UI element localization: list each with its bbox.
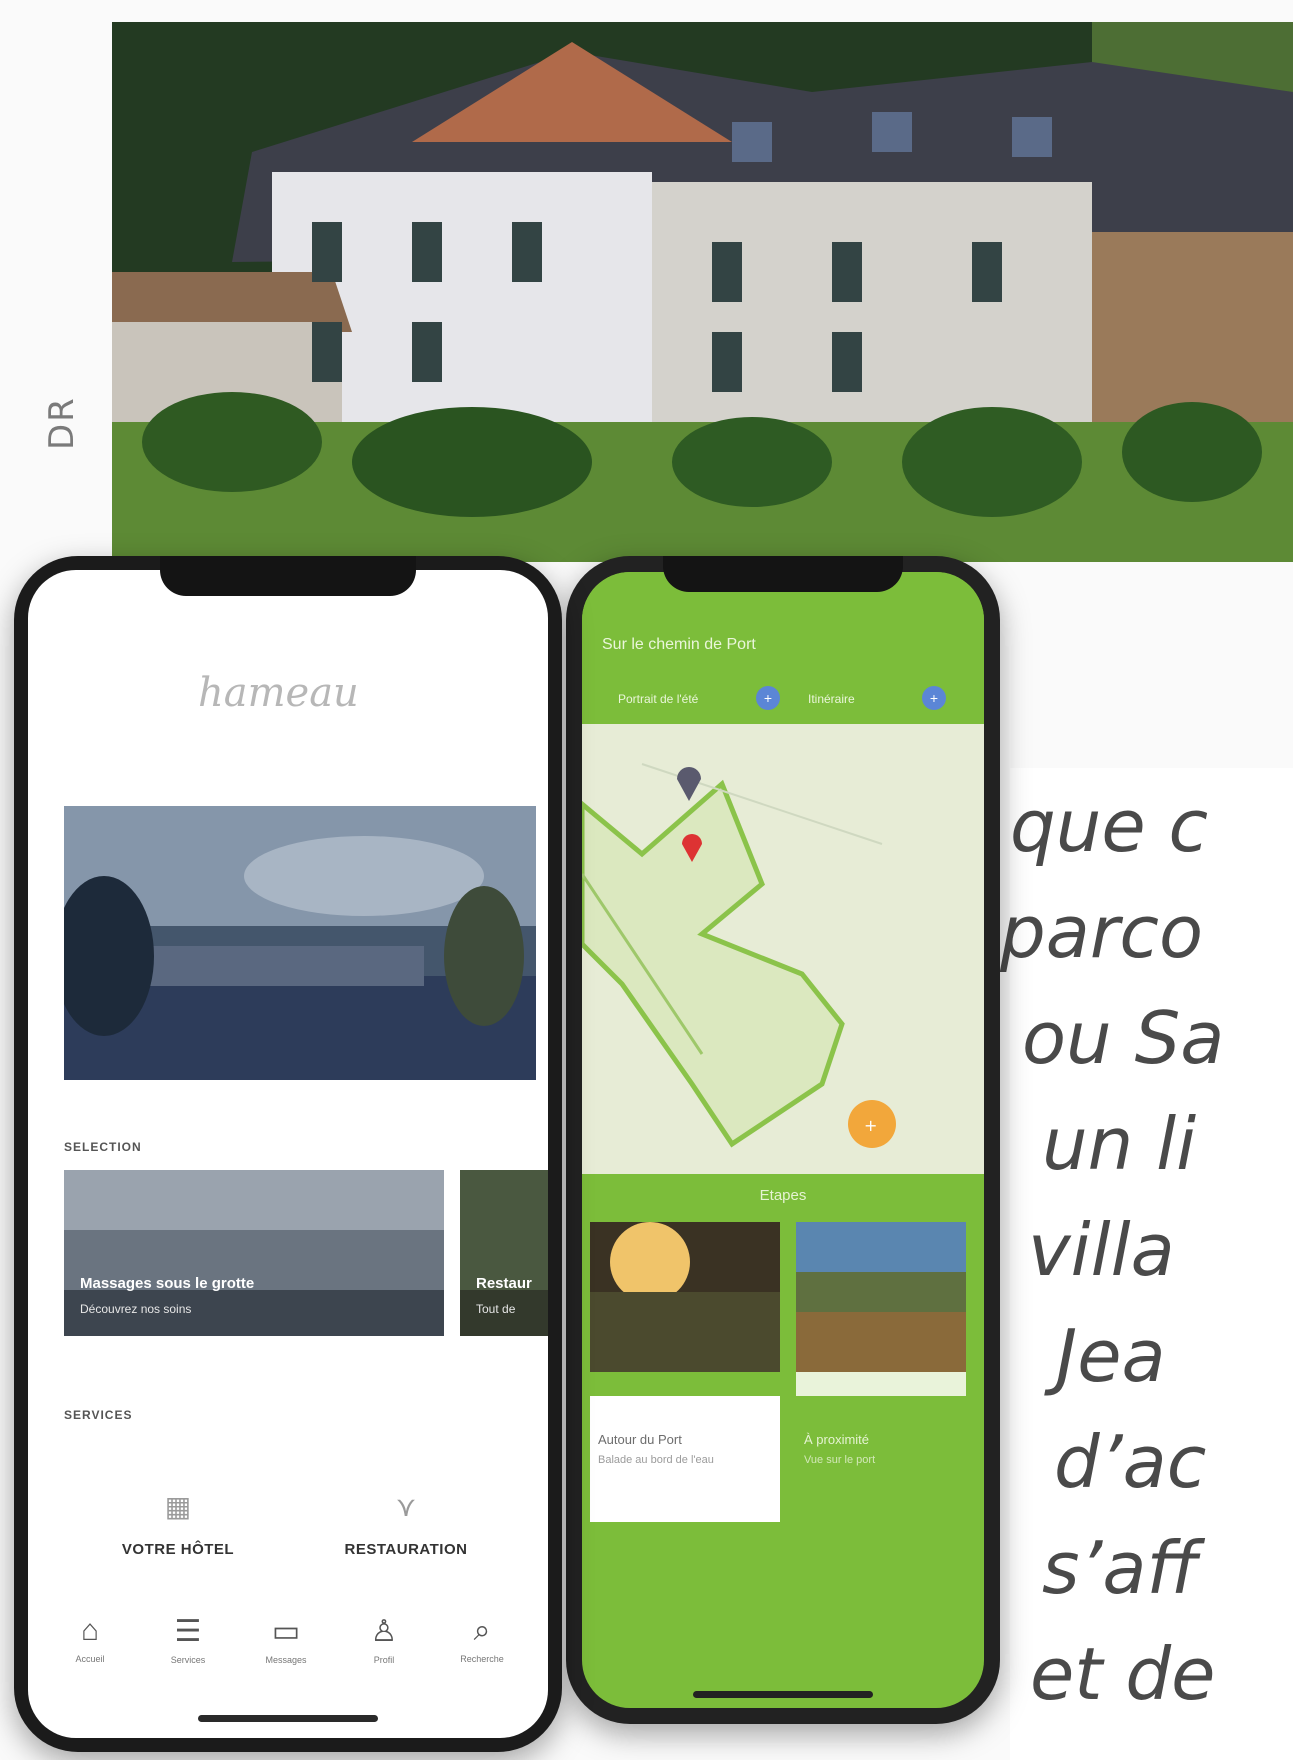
filter-chip-right[interactable]: Itinéraire	[808, 692, 855, 706]
map-app-screen: Sur le chemin de Port Portrait de l'été …	[582, 572, 984, 1708]
step-card-title: À proximité	[804, 1432, 870, 1447]
article-line: parco	[1000, 890, 1204, 974]
photo-credit: DR	[42, 396, 82, 450]
selection-title: SELECTION	[64, 1140, 142, 1154]
service-label: RESTAURATION	[344, 1541, 468, 1558]
article-line: et de	[1030, 1632, 1216, 1716]
restaurant-icon: ⋎	[395, 1491, 417, 1522]
tab-messages[interactable]: ▭ Messages	[246, 1614, 326, 1665]
step-card[interactable]: Autour du Port Balade au bord de l'eau	[590, 1222, 780, 1522]
route-header: Sur le chemin de Port Portrait de l'été …	[582, 572, 984, 732]
home-indicator	[198, 1715, 378, 1722]
home-indicator	[693, 1691, 873, 1698]
hero-photo	[112, 22, 1293, 562]
step-card-title: Autour du Port	[598, 1432, 682, 1447]
search-icon: ⌕	[473, 1614, 491, 1647]
app-logo: hameau	[198, 670, 359, 716]
services-title: SERVICES	[64, 1408, 133, 1422]
article-line: un li	[1042, 1102, 1197, 1186]
selection-card-subtitle: Découvrez nos soins	[80, 1302, 192, 1316]
article-line: villa	[1028, 1208, 1175, 1292]
service-restaurant[interactable]: ⋎ RESTAURATION	[306, 1490, 506, 1559]
tab-search[interactable]: ⌕ Recherche	[442, 1614, 522, 1664]
filter-chip-left[interactable]: Portrait de l'été	[618, 692, 698, 706]
tab-label: Recherche	[460, 1654, 504, 1664]
selection-card-title: Massages sous le grotte	[80, 1275, 255, 1292]
hotel-icon: ▦	[164, 1491, 192, 1522]
article-line: que c	[1010, 784, 1209, 868]
app-hero-image	[64, 806, 536, 1080]
tab-label: Profil	[373, 1655, 395, 1665]
selection-card-title: Restaur	[476, 1275, 532, 1292]
list-icon: ☰	[174, 1615, 202, 1648]
home-icon: ⌂	[80, 1614, 100, 1647]
article-line: s’aff	[1042, 1526, 1199, 1610]
service-label: VOTRE HÔTEL	[121, 1541, 235, 1558]
selection-card[interactable]: Restaur Tout de	[460, 1170, 548, 1336]
hotel-app-screen: hameau SELECTION Massages sous le grotte…	[28, 570, 548, 1738]
user-icon: ♙	[370, 1615, 398, 1648]
section-steps: Etapes	[582, 1174, 984, 1218]
step-card[interactable]: À proximité Vue sur le port	[796, 1222, 966, 1522]
article-line: Jea	[1056, 1314, 1166, 1398]
article-text: que c parco ou Sa un li villa Jea d’ac s…	[1000, 768, 1293, 1760]
tab-label: Accueil	[75, 1654, 105, 1664]
tab-home[interactable]: ⌂ Accueil	[50, 1614, 130, 1664]
selection-card-subtitle: Tout de	[476, 1302, 516, 1316]
route-map[interactable]: +	[582, 724, 984, 1174]
message-icon: ▭	[271, 1615, 301, 1648]
svg-text:+: +	[864, 1116, 877, 1135]
step-card-subtitle: Vue sur le port	[804, 1454, 876, 1466]
tab-services[interactable]: ☰ Services	[148, 1614, 228, 1665]
phone-notch	[160, 556, 416, 596]
phone-notch	[663, 556, 903, 592]
bottom-tab-bar: ⌂ Accueil ☰ Services ▭ Messages ♙ Profil…	[28, 1614, 548, 1694]
selection-card[interactable]: Massages sous le grotte Découvrez nos so…	[64, 1170, 444, 1336]
add-icon[interactable]: +	[922, 686, 946, 710]
phone-mockup-hotel: hameau SELECTION Massages sous le grotte…	[14, 556, 562, 1752]
article-line: ou Sa	[1022, 996, 1225, 1080]
route-title: Sur le chemin de Port	[602, 636, 756, 653]
tab-profile[interactable]: ♙ Profil	[344, 1614, 424, 1665]
service-hotel[interactable]: ▦ VOTRE HÔTEL	[78, 1490, 278, 1559]
tab-label: Services	[170, 1655, 206, 1665]
article-line: d’ac	[1054, 1420, 1207, 1504]
tab-label: Messages	[265, 1655, 307, 1665]
step-card-subtitle: Balade au bord de l'eau	[598, 1454, 714, 1466]
phone-mockup-map: Sur le chemin de Port Portrait de l'été …	[566, 556, 1000, 1724]
add-icon[interactable]: +	[756, 686, 780, 710]
